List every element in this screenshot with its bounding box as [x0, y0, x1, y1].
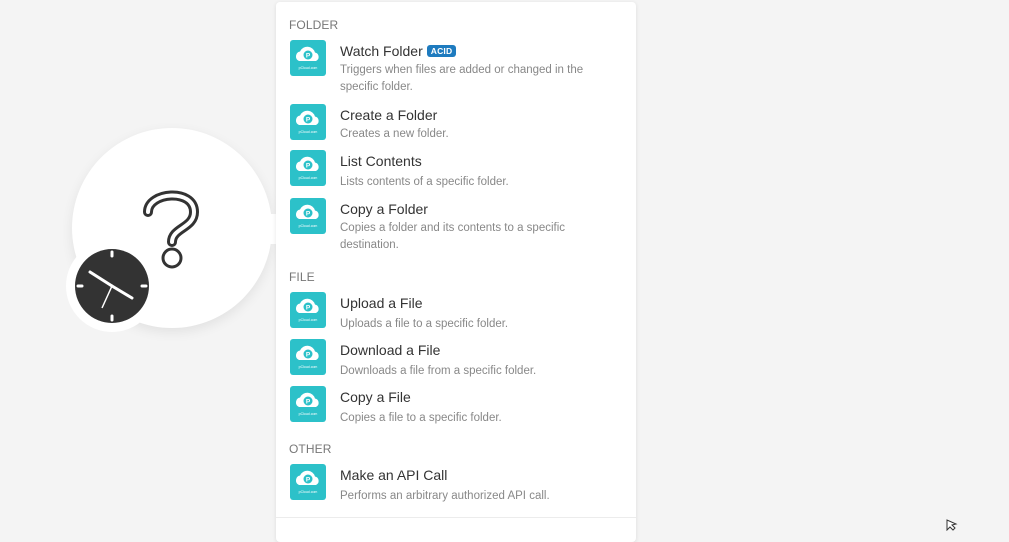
svg-text:P: P: [306, 352, 311, 359]
svg-text:pCloud.com: pCloud.com: [299, 318, 318, 322]
clock-icon[interactable]: [66, 240, 158, 332]
module-item-description: Performs an arbitrary authorized API cal…: [340, 490, 550, 502]
pcloud-icon: P pCloud.com: [290, 40, 326, 76]
svg-text:pCloud.com: pCloud.com: [299, 412, 318, 416]
module-item-title: Copy a File: [340, 389, 411, 405]
svg-text:P: P: [306, 211, 311, 218]
svg-text:P: P: [306, 53, 311, 60]
svg-text:P: P: [306, 305, 311, 312]
acid-badge: ACID: [426, 45, 457, 57]
pcloud-icon: P pCloud.com: [290, 339, 326, 375]
module-item-description: Downloads a file from a specific folder.: [340, 365, 537, 377]
module-item-description: Copies a file to a specific folder.: [340, 412, 502, 424]
module-picker-panel: FOLDER P pCloud.com Watch Folder ACID Tri…: [276, 2, 636, 542]
svg-text:pCloud.com: pCloud.com: [299, 130, 318, 134]
module-item-title: List Contents: [340, 153, 422, 169]
pcloud-icon: P pCloud.com: [290, 150, 326, 186]
pcloud-icon: P pCloud.com: [290, 464, 326, 500]
module-item-title: Copy a Folder: [340, 201, 428, 217]
module-item-title: Upload a File: [340, 295, 423, 311]
svg-text:pCloud.com: pCloud.com: [299, 176, 318, 180]
svg-text:pCloud.com: pCloud.com: [299, 365, 318, 369]
section-title-other: OTHER: [289, 442, 332, 456]
panel-divider: [276, 517, 636, 518]
pcloud-icon: P pCloud.com: [290, 104, 326, 140]
svg-text:pCloud.com: pCloud.com: [299, 490, 318, 494]
module-item-title: Download a File: [340, 342, 441, 358]
module-item-description: Creates a new folder.: [340, 128, 449, 140]
svg-text:pCloud.com: pCloud.com: [299, 66, 318, 70]
section-title-file: FILE: [289, 270, 315, 284]
pcloud-icon: P pCloud.com: [290, 198, 326, 234]
module-item-description: Uploads a file to a specific folder.: [340, 318, 509, 330]
module-item-title: Make an API Call: [340, 467, 448, 483]
module-item-description: Lists contents of a specific folder.: [340, 176, 509, 188]
section-title-folder: FOLDER: [289, 18, 339, 32]
svg-text:pCloud.com: pCloud.com: [299, 224, 318, 228]
pcloud-icon: P pCloud.com: [290, 292, 326, 328]
module-item-description: Copies a folder and its contents to a sp…: [340, 222, 566, 251]
pcloud-icon: P pCloud.com: [290, 386, 326, 422]
svg-text:P: P: [306, 117, 311, 124]
mouse-cursor-icon: [946, 518, 958, 536]
module-item-title: Create a Folder: [340, 107, 438, 123]
module-item-description: Triggers when files are added or changed…: [340, 64, 584, 93]
svg-text:P: P: [306, 399, 311, 406]
svg-text:P: P: [306, 163, 311, 170]
module-item-title: Watch Folder: [340, 43, 423, 59]
svg-text:P: P: [306, 477, 311, 484]
